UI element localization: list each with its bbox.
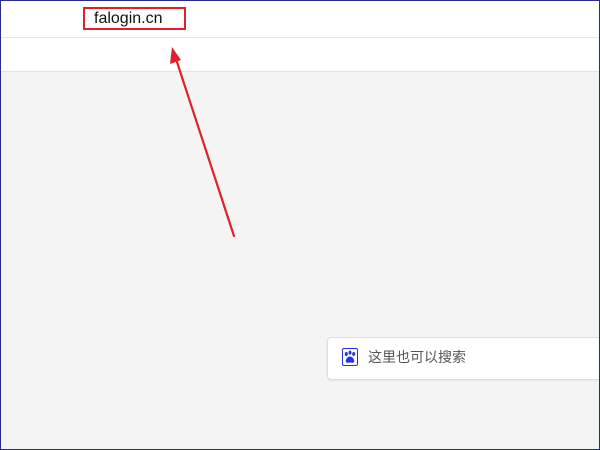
paw-icon [342,348,358,366]
url-input[interactable]: falogin.cn [83,7,186,30]
address-bar: falogin.cn [0,0,600,38]
search-placeholder[interactable]: 这里也可以搜索 [368,349,466,367]
toolbar-strip [0,39,600,72]
page-content [0,72,600,450]
